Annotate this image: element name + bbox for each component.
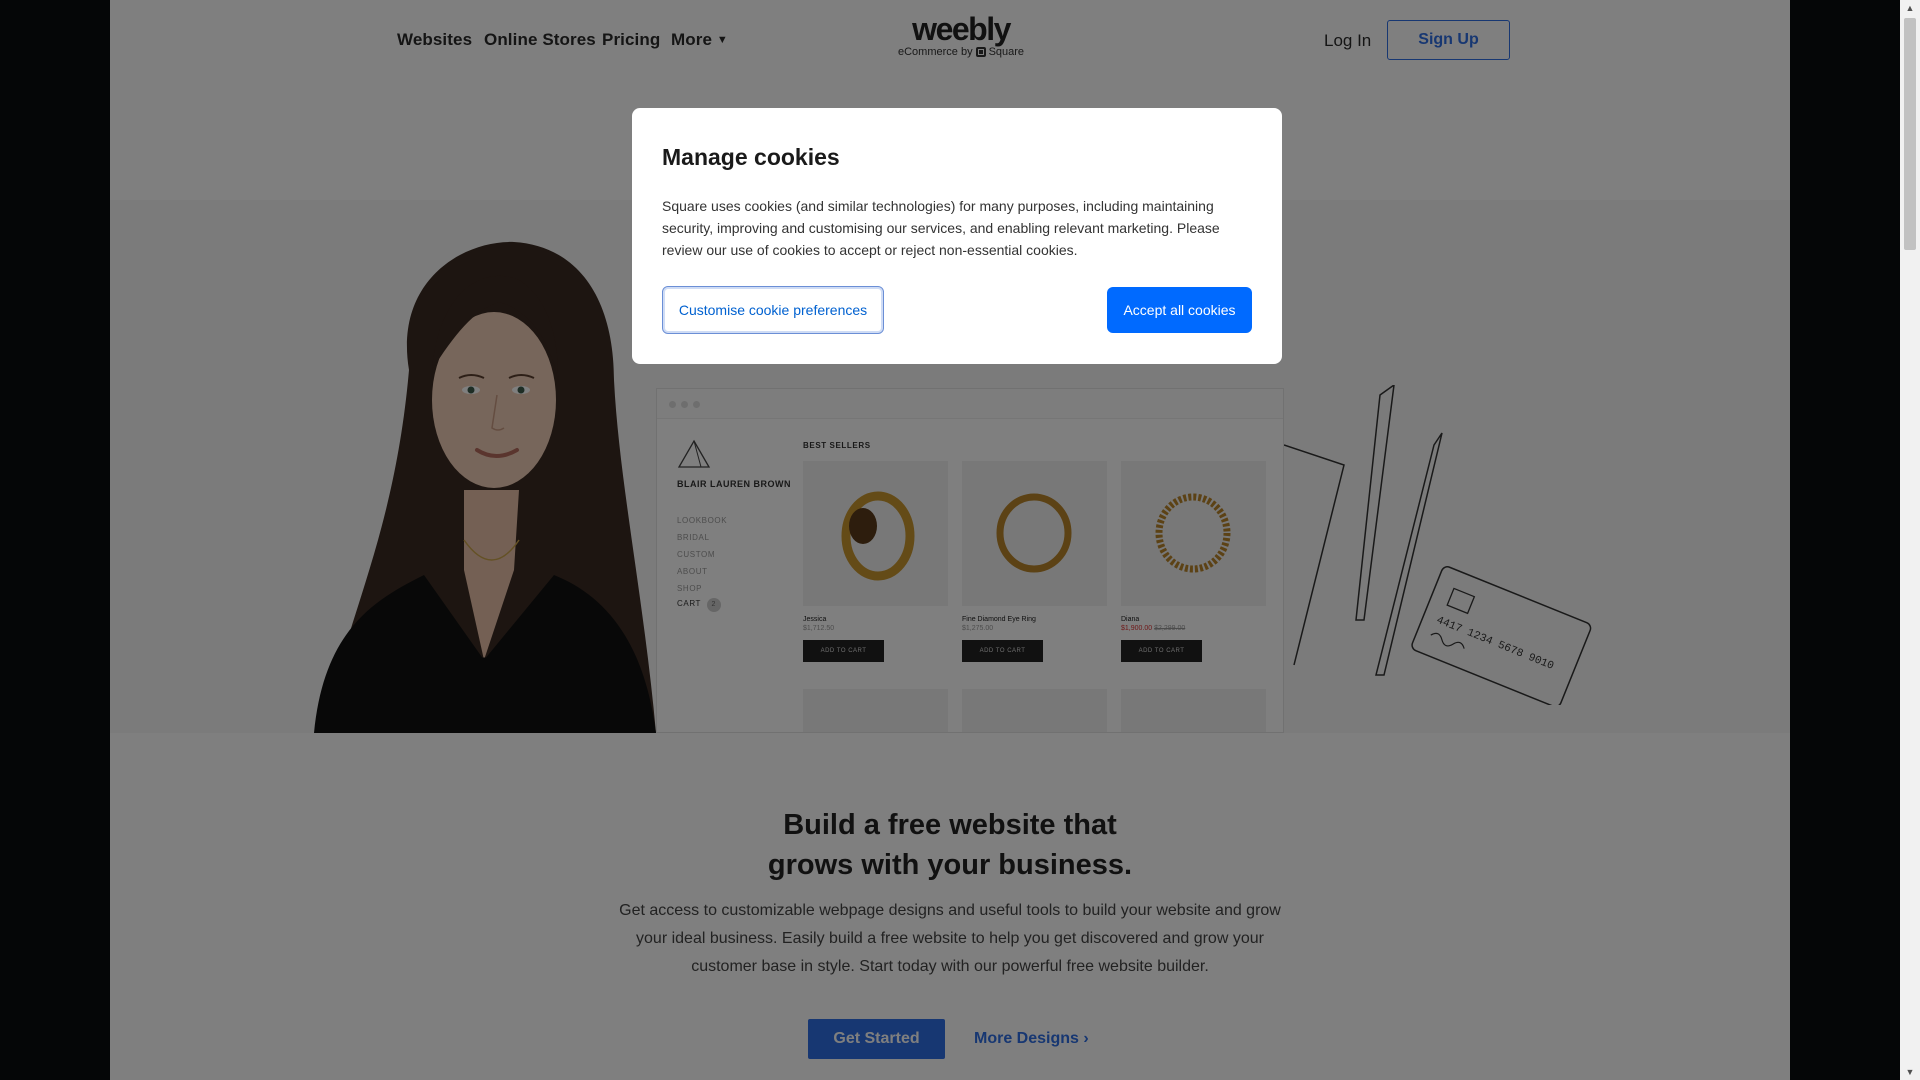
scroll-thumb[interactable] (1904, 18, 1916, 250)
page-scrollbar[interactable]: ▲ ▼ (1900, 0, 1920, 1080)
scroll-down-icon[interactable]: ▼ (1900, 1064, 1920, 1080)
cookie-modal-title: Manage cookies (662, 144, 840, 170)
accept-all-cookies-button[interactable]: Accept all cookies (1107, 287, 1252, 333)
cookie-modal-body: Square uses cookies (and similar technol… (662, 198, 1220, 258)
cookie-modal: Manage cookies Square uses cookies (and … (632, 108, 1282, 364)
scroll-up-icon[interactable]: ▲ (1900, 0, 1920, 16)
customise-cookies-button[interactable]: Customise cookie preferences (662, 286, 884, 334)
